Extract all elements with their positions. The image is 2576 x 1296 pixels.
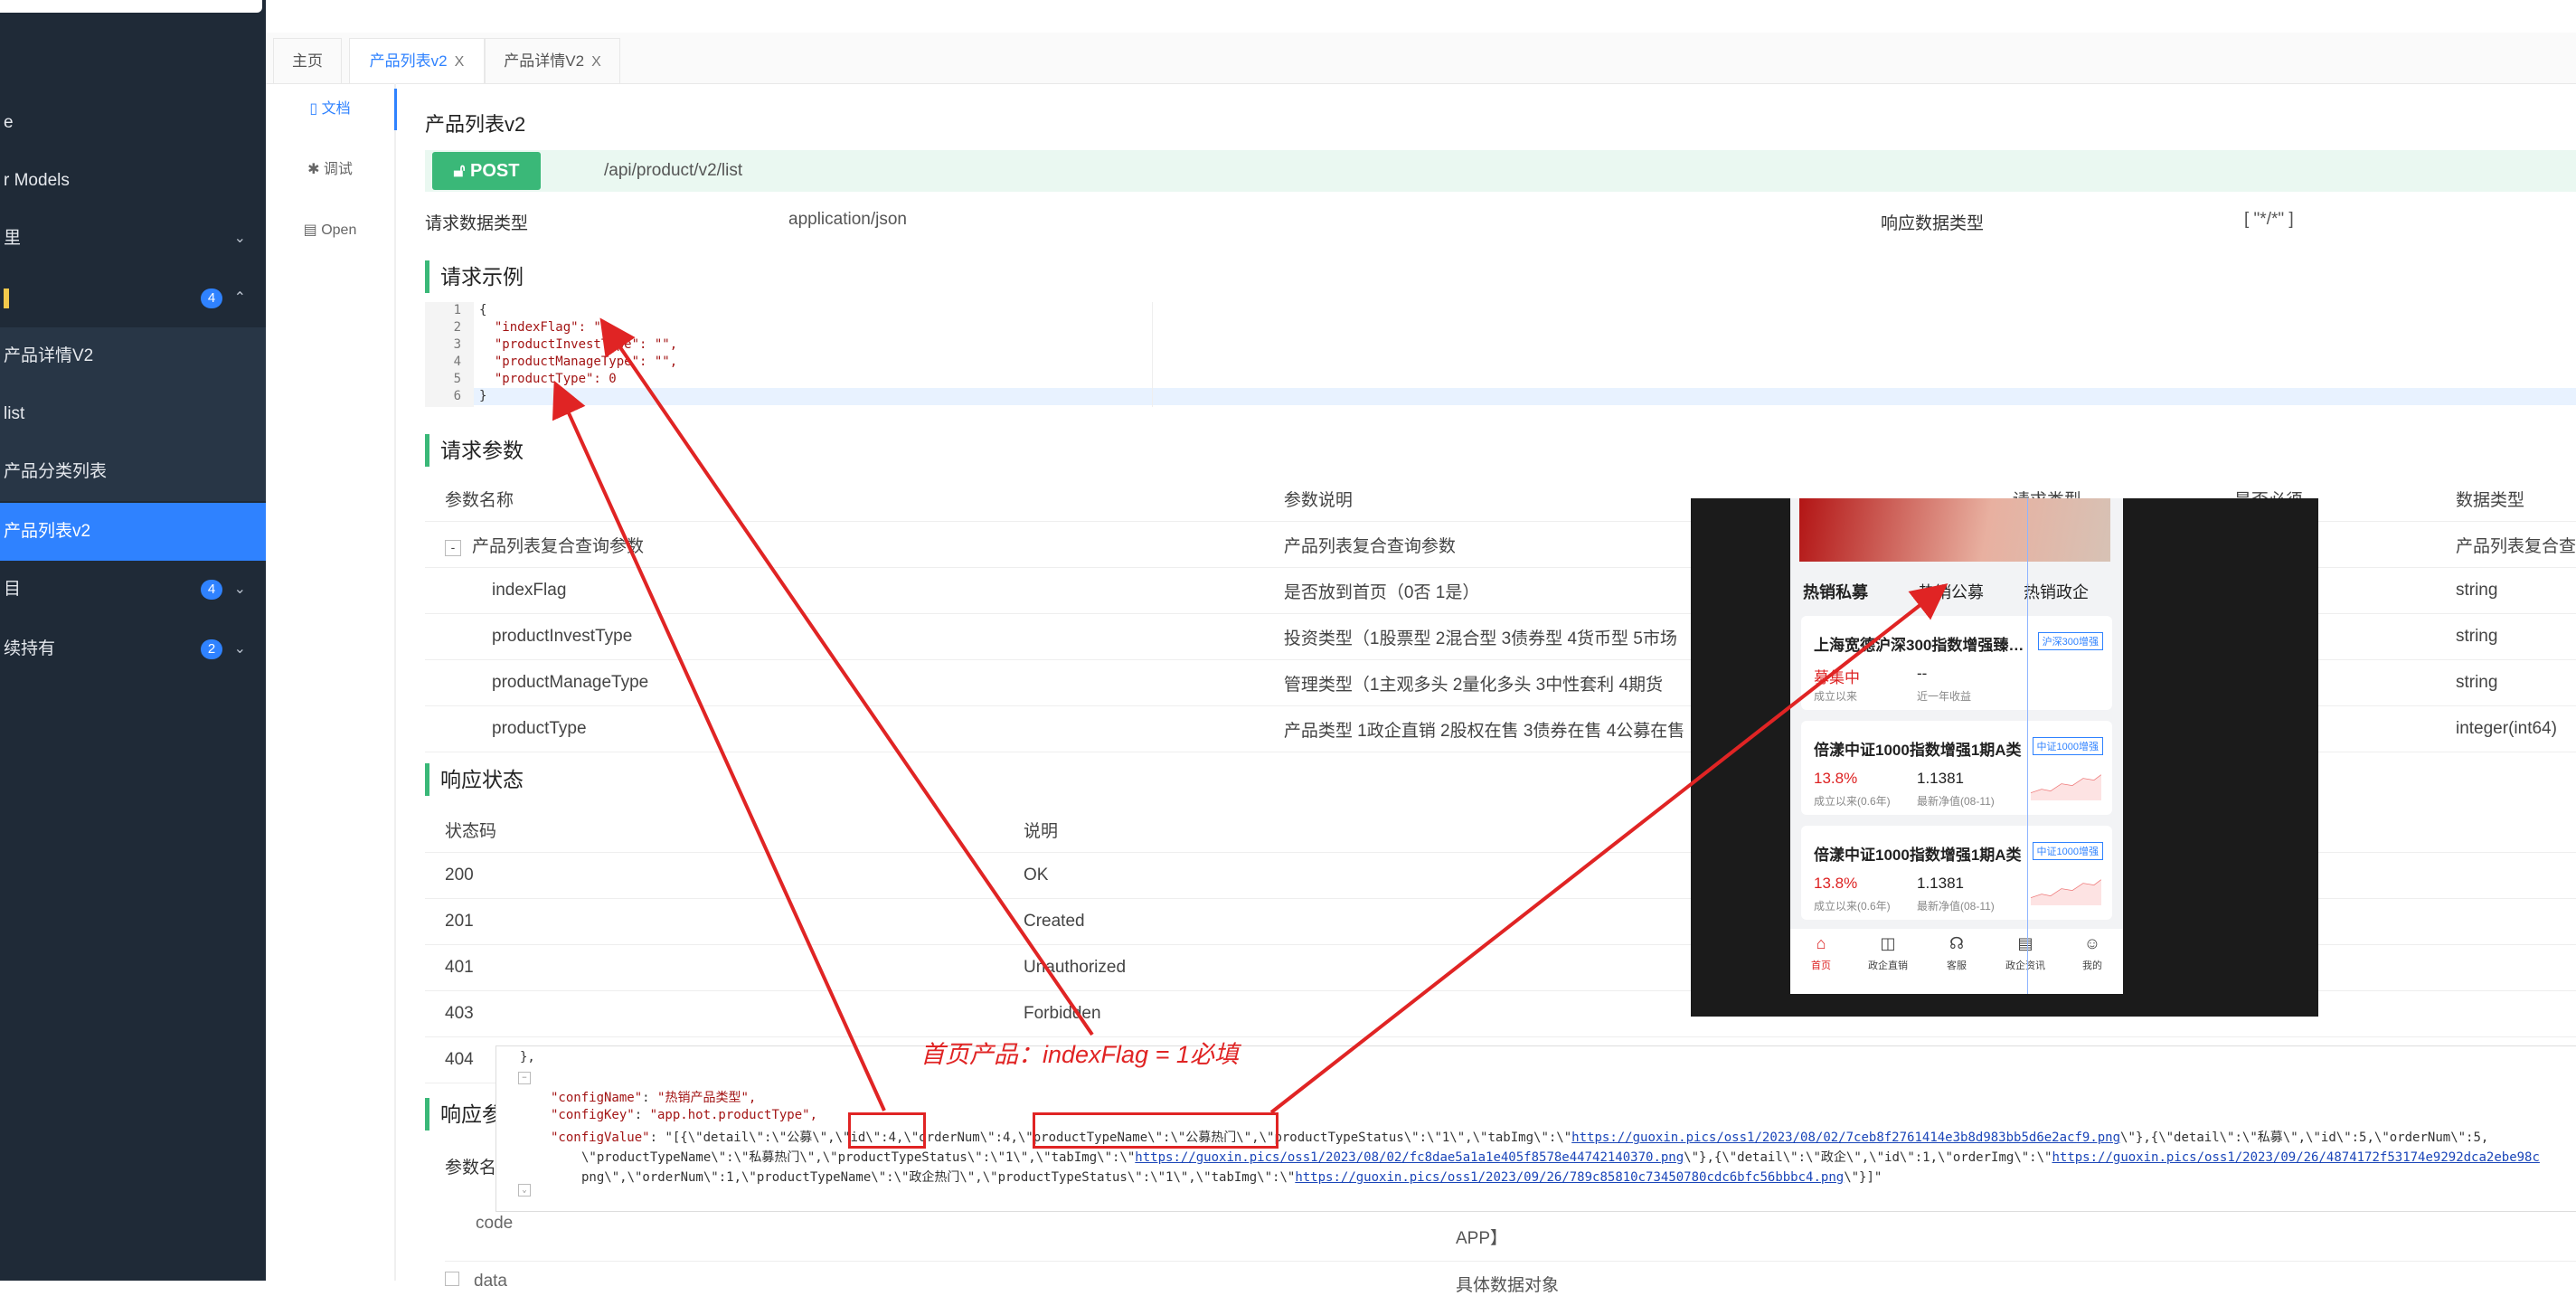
arrow-name-to-phone-tab: [1269, 583, 1949, 1114]
annotation-arrows: [552, 317, 1949, 1114]
arrow-annotation-to-indexFlag: [599, 317, 1094, 1036]
